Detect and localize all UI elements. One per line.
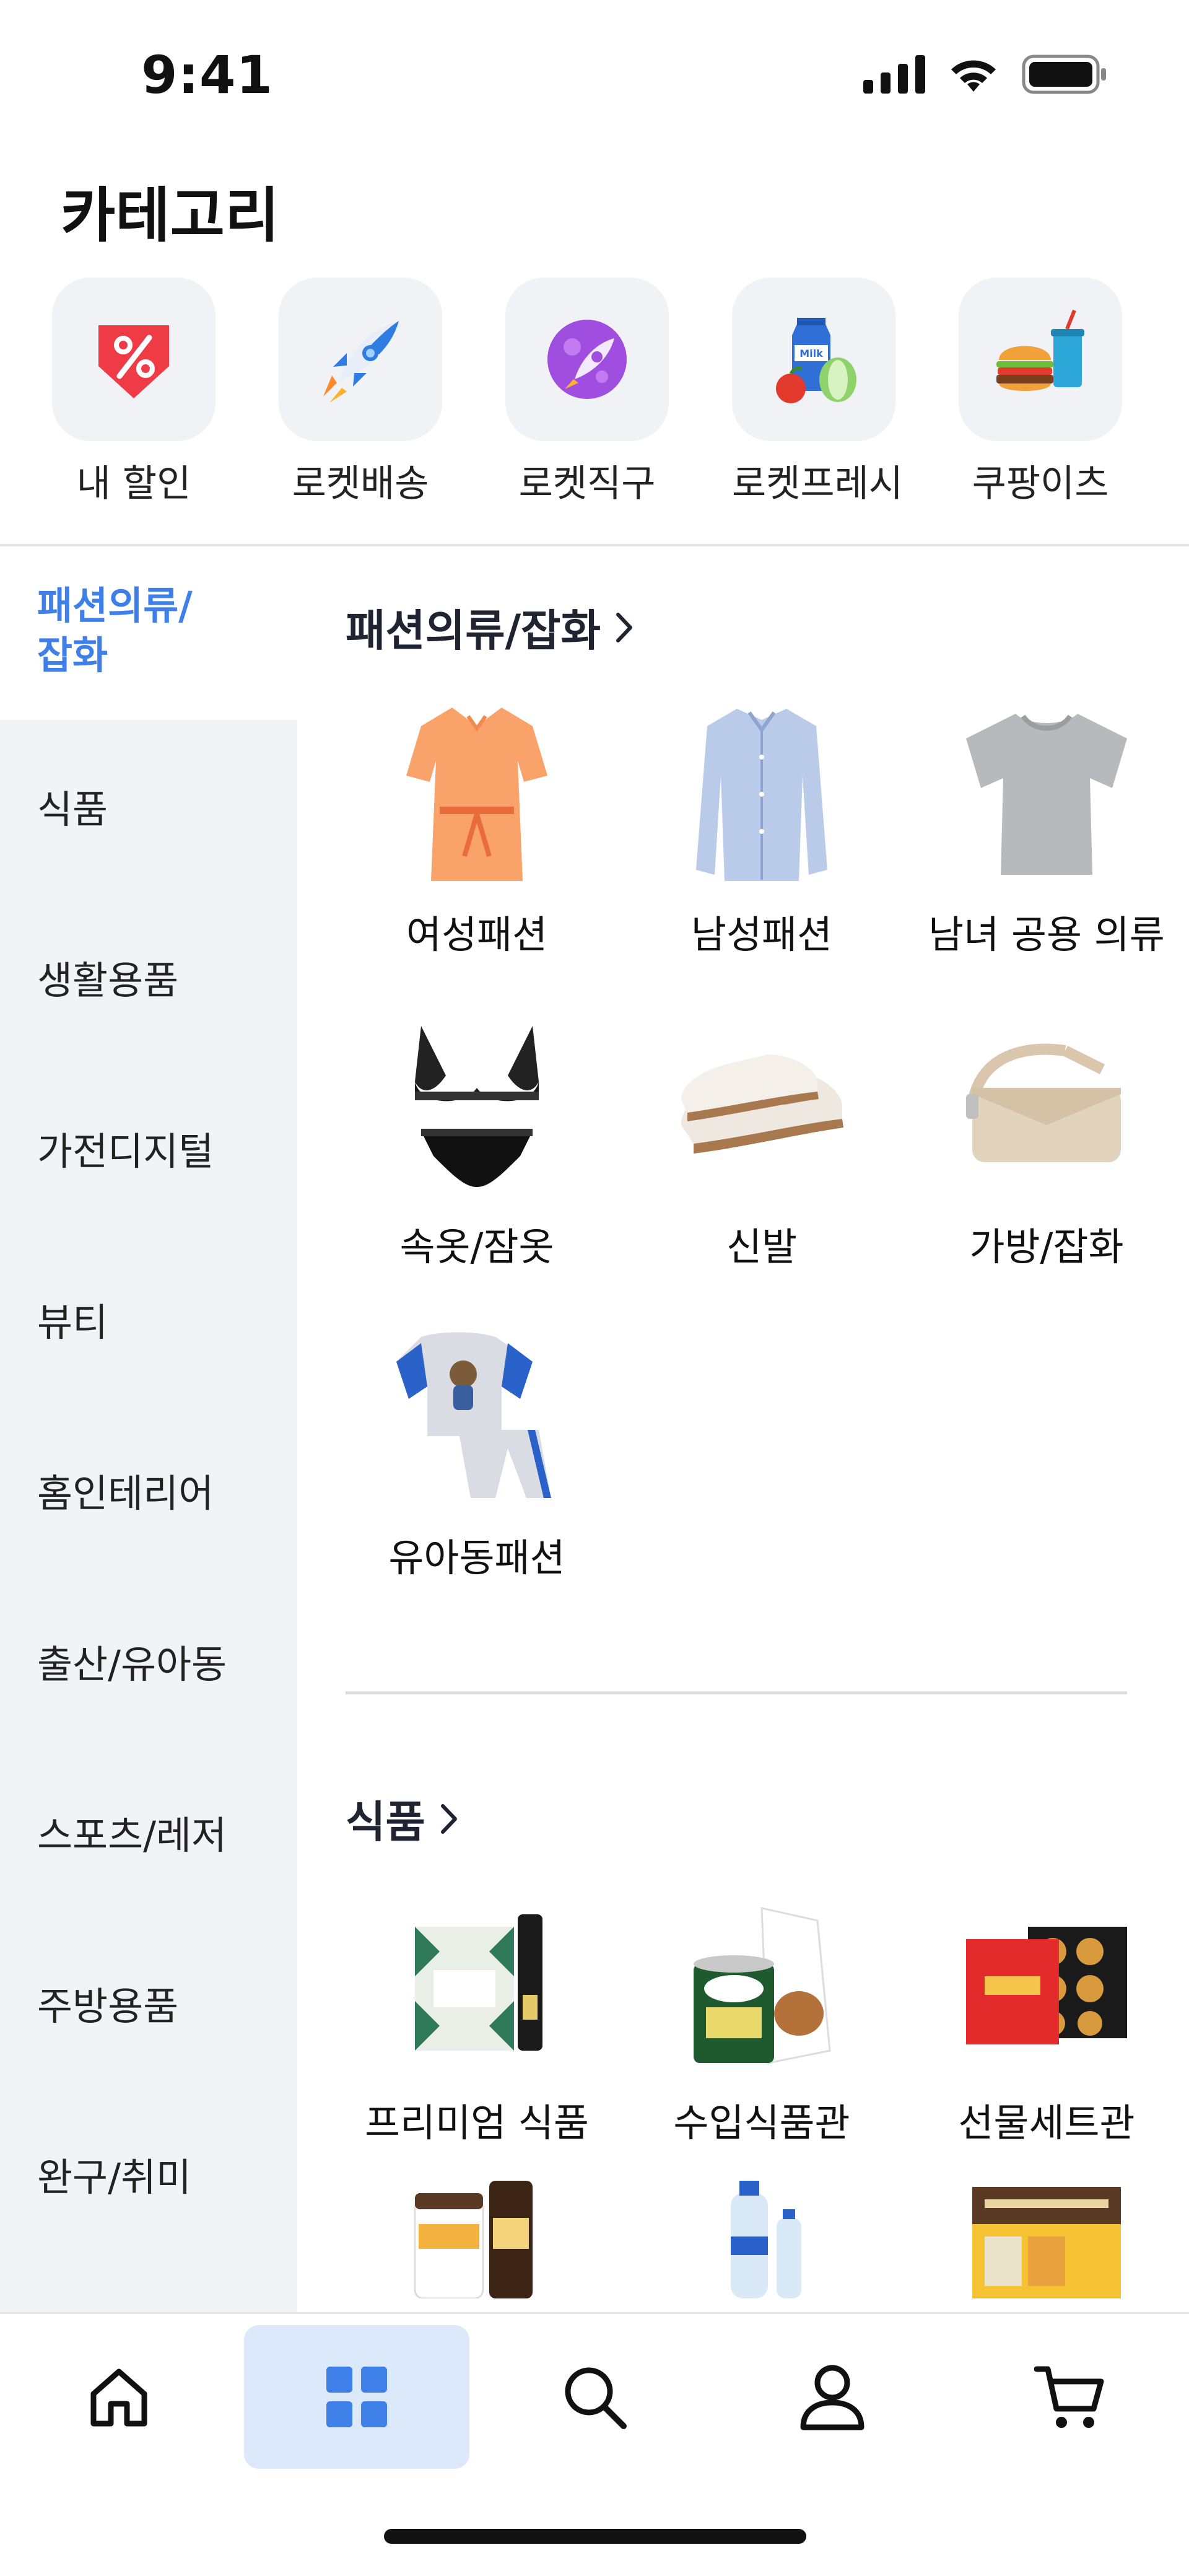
supplements-image — [384, 2144, 570, 2312]
quick-link-coupang-eats[interactable]: 쿠팡이츠 — [959, 278, 1122, 507]
category-content: 패션의류/잡화 여성패션 남성패션 남녀 공용 의류 속옷/잠옷 신발 가방/잡… — [297, 546, 1189, 2312]
nav-category[interactable] — [244, 2325, 469, 2469]
section-title-fashion[interactable]: 패션의류/잡화 — [346, 596, 637, 659]
discount-tag-icon — [52, 278, 216, 441]
handbag-image — [954, 1014, 1139, 1199]
shirt-image — [669, 701, 855, 887]
category-label: 남성패션 — [690, 912, 833, 957]
sidebar-item-fashion[interactable]: 패션의류/ 잡화 — [0, 546, 297, 720]
quick-link-label: 로켓직구 — [518, 462, 656, 506]
search-icon — [565, 2367, 627, 2429]
category-mens-fashion[interactable]: 남성패션 — [619, 701, 904, 959]
status-bar: 9:41 — [0, 0, 1189, 136]
cellular-signal-icon — [863, 55, 925, 94]
quick-link-rocket-direct[interactable]: 로켓직구 — [505, 278, 669, 507]
category-gift-sets[interactable]: 선물세트관 — [904, 1890, 1189, 2147]
kids-sweatsuit-image — [384, 1325, 570, 1510]
sidebar-item-label-line1: 패션의류/ — [37, 583, 193, 628]
category-imported-food[interactable]: 수입식품관 — [619, 1890, 904, 2147]
category-label: 속옷/잠옷 — [399, 1224, 554, 1269]
premium-food-image — [384, 1890, 570, 2075]
category-water-drinks[interactable] — [619, 2144, 904, 2312]
status-icons — [863, 55, 1108, 94]
quick-link-label: 로켓프레시 — [732, 462, 903, 506]
quick-link-my-discount[interactable]: 내 할인 — [52, 278, 216, 507]
chevron-right-icon — [440, 1803, 457, 1834]
sidebar-item-label-line2: 잡화 — [37, 633, 108, 678]
battery-icon — [1022, 55, 1106, 94]
category-womens-fashion[interactable]: 여성패션 — [334, 701, 619, 959]
section-divider — [346, 1691, 1127, 1694]
nav-search[interactable] — [482, 2325, 707, 2469]
category-label: 선물세트관 — [958, 2100, 1135, 2145]
rocket-icon — [279, 278, 442, 441]
sidebar-item-sports[interactable]: 스포츠/레저 — [0, 1804, 297, 1860]
sidebar-item-toys-hobby[interactable]: 완구/취미 — [0, 2146, 297, 2202]
sidebar-item-food[interactable]: 식품 — [0, 778, 297, 834]
quick-link-rocket-fresh[interactable]: Milk 로켓프레시 — [732, 278, 903, 507]
nav-cart[interactable] — [957, 2325, 1183, 2469]
rocket-planet-icon — [505, 278, 669, 441]
chevron-right-icon — [616, 612, 632, 642]
quick-links: 내 할인 로켓배송 로켓직구 Milk 로켓프레시 쿠팡이츠 — [52, 278, 1122, 507]
svg-text:Milk: Milk — [799, 348, 823, 359]
home-indicator — [384, 2529, 806, 2544]
sidebar-item-beauty[interactable]: 뷰티 — [0, 1291, 297, 1347]
category-grid-icon — [326, 2367, 387, 2427]
sidebar-item-home-interior[interactable]: 홈인테리어 — [0, 1462, 297, 1518]
fresh-food-icon: Milk — [732, 278, 895, 441]
section-title-food[interactable]: 식품 — [346, 1787, 461, 1850]
category-label: 신발 — [726, 1224, 798, 1269]
category-premium-food[interactable]: 프리미엄 식품 — [334, 1890, 619, 2147]
category-underwear[interactable]: 속옷/잠옷 — [334, 1014, 619, 1271]
section-title-text: 패션의류/잡화 — [346, 605, 601, 656]
category-label: 유아동패션 — [388, 1535, 565, 1580]
imported-food-image — [669, 1890, 855, 2075]
sidebar-item-baby-kids[interactable]: 출산/유아동 — [0, 1633, 297, 1689]
nav-home[interactable] — [6, 2325, 232, 2469]
cart-icon — [1034, 2366, 1104, 2428]
sneakers-image — [669, 1014, 855, 1199]
category-label: 여성패션 — [406, 912, 548, 957]
category-snack-box[interactable] — [904, 2144, 1189, 2312]
quick-link-label: 내 할인 — [76, 462, 191, 506]
category-label: 남녀 공용 의류 — [928, 912, 1165, 957]
category-label: 프리미엄 식품 — [365, 2100, 589, 2145]
category-kids-fashion[interactable]: 유아동패션 — [334, 1325, 619, 1582]
category-label: 가방/잡화 — [969, 1224, 1124, 1269]
sidebar-item-living[interactable]: 생활용품 — [0, 949, 297, 1005]
category-unisex-clothing[interactable]: 남녀 공용 의류 — [904, 701, 1189, 959]
status-time: 9:41 — [141, 45, 273, 105]
section-title-text: 식품 — [346, 1797, 425, 1847]
dress-image — [384, 701, 570, 887]
quick-link-label: 로켓배송 — [292, 462, 429, 506]
snack-box-image — [954, 2144, 1139, 2312]
page-title: 카테고리 — [61, 181, 280, 250]
wifi-icon — [951, 60, 996, 92]
sidebar-item-electronics[interactable]: 가전디지털 — [0, 1120, 297, 1176]
quick-link-label: 쿠팡이츠 — [972, 462, 1109, 506]
sidebar-item-kitchen[interactable]: 주방용품 — [0, 1975, 297, 2031]
quick-link-rocket-delivery[interactable]: 로켓배송 — [279, 278, 442, 507]
category-bags[interactable]: 가방/잡화 — [904, 1014, 1189, 1271]
category-health-food[interactable] — [334, 2144, 619, 2312]
category-label: 수입식품관 — [673, 2100, 850, 2145]
category-shoes[interactable]: 신발 — [619, 1014, 904, 1271]
water-bottle-image — [669, 2144, 855, 2312]
burger-icon — [959, 278, 1122, 441]
home-icon — [90, 2368, 147, 2427]
lingerie-image — [384, 1014, 570, 1199]
profile-icon — [800, 2365, 865, 2430]
tshirt-image — [954, 701, 1139, 887]
gift-set-image — [954, 1890, 1139, 2075]
nav-my-page[interactable] — [720, 2325, 945, 2469]
category-sidebar: 패션의류/ 잡화 식품 생활용품 가전디지털 뷰티 홈인테리어 출산/유아동 스… — [0, 546, 297, 2312]
